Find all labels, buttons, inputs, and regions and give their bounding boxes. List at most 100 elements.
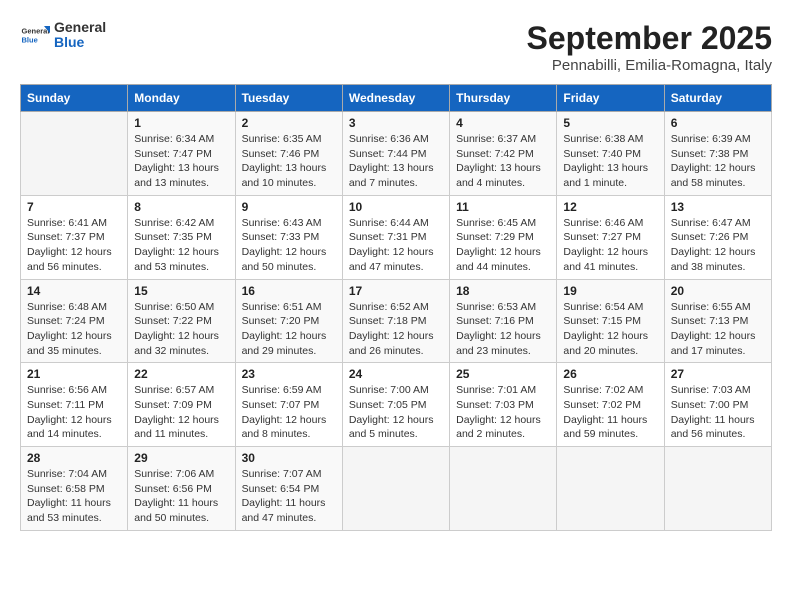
day-info: Sunrise: 6:51 AM Sunset: 7:20 PM Dayligh… [242, 300, 336, 359]
day-number: 19 [563, 284, 657, 298]
calendar-cell: 7 Sunrise: 6:41 AM Sunset: 7:37 PM Daylig… [21, 195, 128, 279]
calendar-cell: 22Sunrise: 6:57 AM Sunset: 7:09 PM Dayli… [128, 363, 235, 447]
calendar-cell: 19 Sunrise: 6:54 AM Sunset: 7:15 PM Dayli… [557, 279, 664, 363]
day-number: 10 [349, 200, 443, 214]
day-number: 9 [242, 200, 336, 214]
day-info: Sunrise: 6:45 AM Sunset: 7:29 PM Dayligh… [456, 216, 550, 275]
day-number: 7 [27, 200, 121, 214]
location-title: Pennabilli, Emilia-Romagna, Italy [527, 57, 772, 74]
calendar-cell: 1 Sunrise: 6:34 AM Sunset: 7:47 PM Daylig… [128, 112, 235, 196]
calendar-cell [557, 447, 664, 531]
day-info: Sunrise: 6:54 AM Sunset: 7:15 PM Dayligh… [563, 300, 657, 359]
logo: General Blue General Blue [20, 20, 106, 51]
calendar-cell: 21 Sunrise: 6:56 AM Sunset: 7:11 PM Dayli… [21, 363, 128, 447]
day-info: Sunrise: 6:52 AM Sunset: 7:18 PM Dayligh… [349, 300, 443, 359]
calendar-cell: 25Sunrise: 7:01 AM Sunset: 7:03 PM Dayli… [450, 363, 557, 447]
weekday-header-friday: Friday [557, 85, 664, 112]
day-number: 30 [242, 451, 336, 465]
calendar-cell [342, 447, 449, 531]
day-info: Sunrise: 6:42 AM Sunset: 7:35 PM Dayligh… [134, 216, 228, 275]
day-number: 3 [349, 116, 443, 130]
day-number: 13 [671, 200, 765, 214]
calendar-cell: 28 Sunrise: 7:04 AM Sunset: 6:58 PM Dayli… [21, 447, 128, 531]
day-number: 20 [671, 284, 765, 298]
day-info: Sunrise: 6:56 AM Sunset: 7:11 PM Dayligh… [27, 383, 121, 442]
weekday-header-saturday: Saturday [664, 85, 771, 112]
calendar-cell: 30Sunrise: 7:07 AM Sunset: 6:54 PM Dayli… [235, 447, 342, 531]
weekday-header-sunday: Sunday [21, 85, 128, 112]
day-info: Sunrise: 7:02 AM Sunset: 7:02 PM Dayligh… [563, 383, 657, 442]
day-info: Sunrise: 6:50 AM Sunset: 7:22 PM Dayligh… [134, 300, 228, 359]
calendar-cell: 4Sunrise: 6:37 AM Sunset: 7:42 PM Daylig… [450, 112, 557, 196]
title-block: September 2025 Pennabilli, Emilia-Romagn… [527, 20, 772, 74]
week-row-5: 28 Sunrise: 7:04 AM Sunset: 6:58 PM Dayli… [21, 447, 772, 531]
month-title: September 2025 [527, 20, 772, 57]
day-number: 15 [134, 284, 228, 298]
calendar-cell: 10 Sunrise: 6:44 AM Sunset: 7:31 PM Dayli… [342, 195, 449, 279]
day-number: 18 [456, 284, 550, 298]
day-info: Sunrise: 6:55 AM Sunset: 7:13 PM Dayligh… [671, 300, 765, 359]
day-info: Sunrise: 6:36 AM Sunset: 7:44 PM Dayligh… [349, 132, 443, 191]
weekday-header-monday: Monday [128, 85, 235, 112]
day-info: Sunrise: 6:46 AM Sunset: 7:27 PM Dayligh… [563, 216, 657, 275]
calendar-cell: 5 Sunrise: 6:38 AM Sunset: 7:40 PM Daylig… [557, 112, 664, 196]
week-row-2: 7 Sunrise: 6:41 AM Sunset: 7:37 PM Daylig… [21, 195, 772, 279]
calendar-cell [450, 447, 557, 531]
day-info: Sunrise: 6:44 AM Sunset: 7:31 PM Dayligh… [349, 216, 443, 275]
day-info: Sunrise: 6:37 AM Sunset: 7:42 PM Dayligh… [456, 132, 550, 191]
week-row-3: 14Sunrise: 6:48 AM Sunset: 7:24 PM Dayli… [21, 279, 772, 363]
day-number: 1 [134, 116, 228, 130]
day-info: Sunrise: 7:03 AM Sunset: 7:00 PM Dayligh… [671, 383, 765, 442]
day-number: 23 [242, 367, 336, 381]
calendar-cell: 27 Sunrise: 7:03 AM Sunset: 7:00 PM Dayli… [664, 363, 771, 447]
weekday-header-thursday: Thursday [450, 85, 557, 112]
calendar-cell [664, 447, 771, 531]
day-number: 16 [242, 284, 336, 298]
day-number: 6 [671, 116, 765, 130]
day-info: Sunrise: 6:39 AM Sunset: 7:38 PM Dayligh… [671, 132, 765, 191]
day-number: 11 [456, 200, 550, 214]
weekday-header-tuesday: Tuesday [235, 85, 342, 112]
day-number: 28 [27, 451, 121, 465]
day-number: 5 [563, 116, 657, 130]
day-info: Sunrise: 6:47 AM Sunset: 7:26 PM Dayligh… [671, 216, 765, 275]
calendar-cell: 15 Sunrise: 6:50 AM Sunset: 7:22 PM Dayli… [128, 279, 235, 363]
day-info: Sunrise: 6:43 AM Sunset: 7:33 PM Dayligh… [242, 216, 336, 275]
calendar-cell: 6 Sunrise: 6:39 AM Sunset: 7:38 PM Daylig… [664, 112, 771, 196]
calendar-cell: 17 Sunrise: 6:52 AM Sunset: 7:18 PM Dayli… [342, 279, 449, 363]
day-number: 29 [134, 451, 228, 465]
page-header: General Blue General Blue September 2025… [20, 20, 772, 74]
calendar-cell: 18Sunrise: 6:53 AM Sunset: 7:16 PM Dayli… [450, 279, 557, 363]
calendar-cell: 8Sunrise: 6:42 AM Sunset: 7:35 PM Daylig… [128, 195, 235, 279]
calendar-cell: 29Sunrise: 7:06 AM Sunset: 6:56 PM Dayli… [128, 447, 235, 531]
day-number: 2 [242, 116, 336, 130]
svg-text:Blue: Blue [22, 36, 38, 45]
calendar-cell: 9 Sunrise: 6:43 AM Sunset: 7:33 PM Daylig… [235, 195, 342, 279]
day-info: Sunrise: 6:57 AM Sunset: 7:09 PM Dayligh… [134, 383, 228, 442]
day-info: Sunrise: 6:34 AM Sunset: 7:47 PM Dayligh… [134, 132, 228, 191]
day-info: Sunrise: 7:04 AM Sunset: 6:58 PM Dayligh… [27, 467, 121, 526]
day-number: 26 [563, 367, 657, 381]
logo-icon: General Blue [20, 20, 50, 50]
day-number: 17 [349, 284, 443, 298]
day-number: 21 [27, 367, 121, 381]
calendar-cell: 12Sunrise: 6:46 AM Sunset: 7:27 PM Dayli… [557, 195, 664, 279]
day-info: Sunrise: 6:59 AM Sunset: 7:07 PM Dayligh… [242, 383, 336, 442]
header-row: SundayMondayTuesdayWednesdayThursdayFrid… [21, 85, 772, 112]
day-info: Sunrise: 7:00 AM Sunset: 7:05 PM Dayligh… [349, 383, 443, 442]
calendar-cell: 26 Sunrise: 7:02 AM Sunset: 7:02 PM Dayli… [557, 363, 664, 447]
day-info: Sunrise: 6:41 AM Sunset: 7:37 PM Dayligh… [27, 216, 121, 275]
calendar-cell: 14Sunrise: 6:48 AM Sunset: 7:24 PM Dayli… [21, 279, 128, 363]
calendar-cell: 3 Sunrise: 6:36 AM Sunset: 7:44 PM Daylig… [342, 112, 449, 196]
calendar-cell: 24 Sunrise: 7:00 AM Sunset: 7:05 PM Dayli… [342, 363, 449, 447]
calendar-cell: 13 Sunrise: 6:47 AM Sunset: 7:26 PM Dayli… [664, 195, 771, 279]
calendar-cell: 2 Sunrise: 6:35 AM Sunset: 7:46 PM Daylig… [235, 112, 342, 196]
day-number: 25 [456, 367, 550, 381]
day-info: Sunrise: 6:35 AM Sunset: 7:46 PM Dayligh… [242, 132, 336, 191]
calendar-cell: 20 Sunrise: 6:55 AM Sunset: 7:13 PM Dayli… [664, 279, 771, 363]
day-number: 24 [349, 367, 443, 381]
calendar-cell: 16 Sunrise: 6:51 AM Sunset: 7:20 PM Dayli… [235, 279, 342, 363]
calendar-cell: 11 Sunrise: 6:45 AM Sunset: 7:29 PM Dayli… [450, 195, 557, 279]
day-number: 27 [671, 367, 765, 381]
day-info: Sunrise: 6:38 AM Sunset: 7:40 PM Dayligh… [563, 132, 657, 191]
